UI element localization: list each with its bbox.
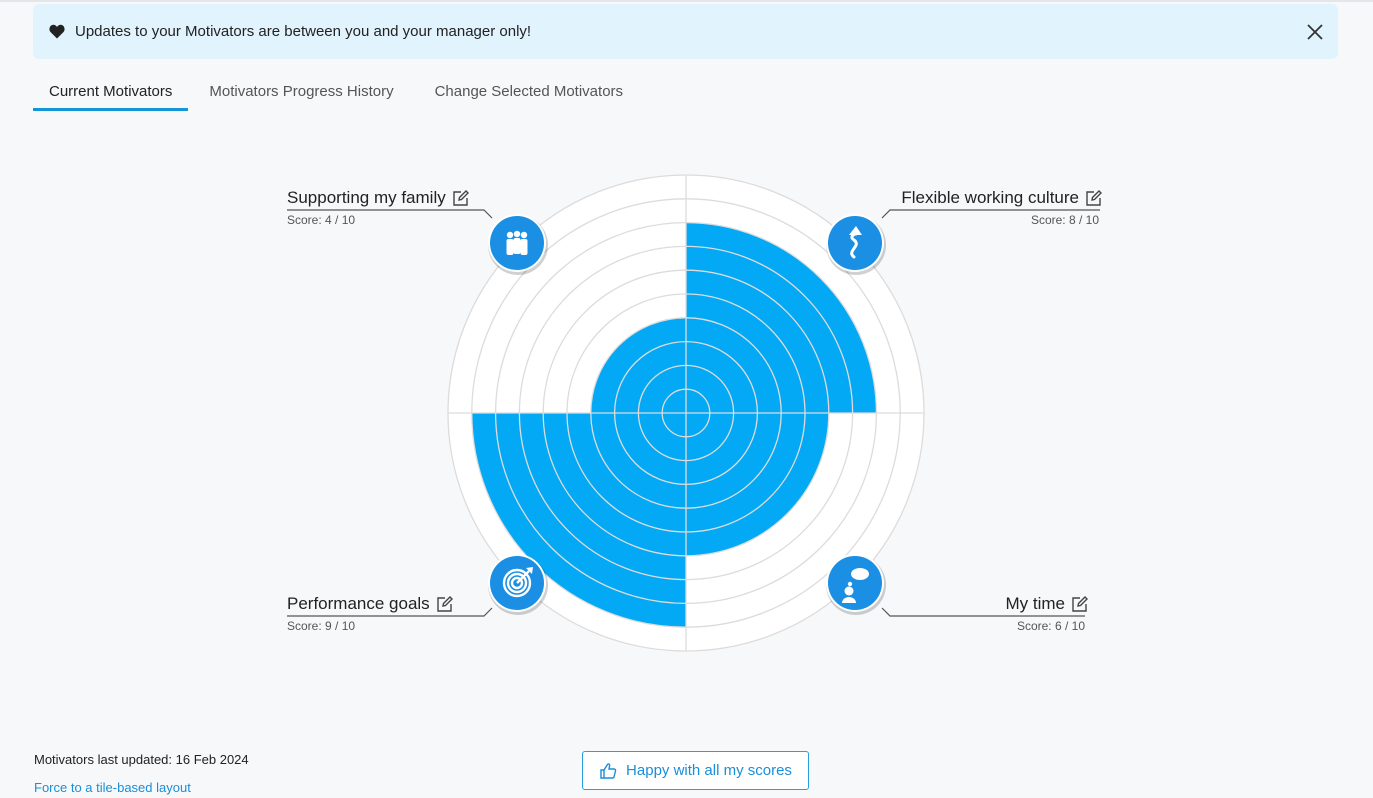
edit-icon[interactable]: [435, 595, 454, 614]
motivator-score: Score: 9 / 10: [287, 619, 356, 633]
motivators-wheel: [287, 174, 1100, 652]
family-icon: [488, 214, 548, 275]
happy-button-label: Happy with all my scores: [626, 762, 792, 779]
edit-icon[interactable]: [1084, 189, 1103, 208]
label-flexible-working-culture: Flexible working culture Score: 8 / 10: [880, 188, 1103, 227]
motivator-score: Score: 4 / 10: [287, 213, 356, 227]
motivator-name: Performance goals: [287, 594, 430, 613]
tile-layout-link[interactable]: Force to a tile-based layout: [34, 780, 191, 795]
motivator-score: Score: 6 / 10: [1016, 619, 1085, 633]
thought-bubble-icon: [826, 554, 886, 615]
edit-icon[interactable]: [451, 189, 470, 208]
happy-with-scores-button[interactable]: Happy with all my scores: [582, 751, 809, 790]
thumbs-up-icon: [599, 762, 617, 780]
winding-arrow-icon: [826, 214, 886, 275]
motivator-name: My time: [1005, 594, 1066, 613]
motivator-name: Supporting my family: [287, 188, 446, 207]
motivator-score: Score: 8 / 10: [1030, 213, 1099, 227]
last-updated-text: Motivators last updated: 16 Feb 2024: [34, 752, 249, 767]
motivator-name: Flexible working culture: [901, 188, 1079, 207]
edit-icon[interactable]: [1070, 595, 1089, 614]
label-supporting-my-family: Supporting my family Score: 4 / 10: [287, 188, 470, 227]
label-my-time: My time Score: 6 / 10: [880, 594, 1089, 633]
label-performance-goals: Performance goals Score: 9 / 10: [287, 594, 454, 633]
